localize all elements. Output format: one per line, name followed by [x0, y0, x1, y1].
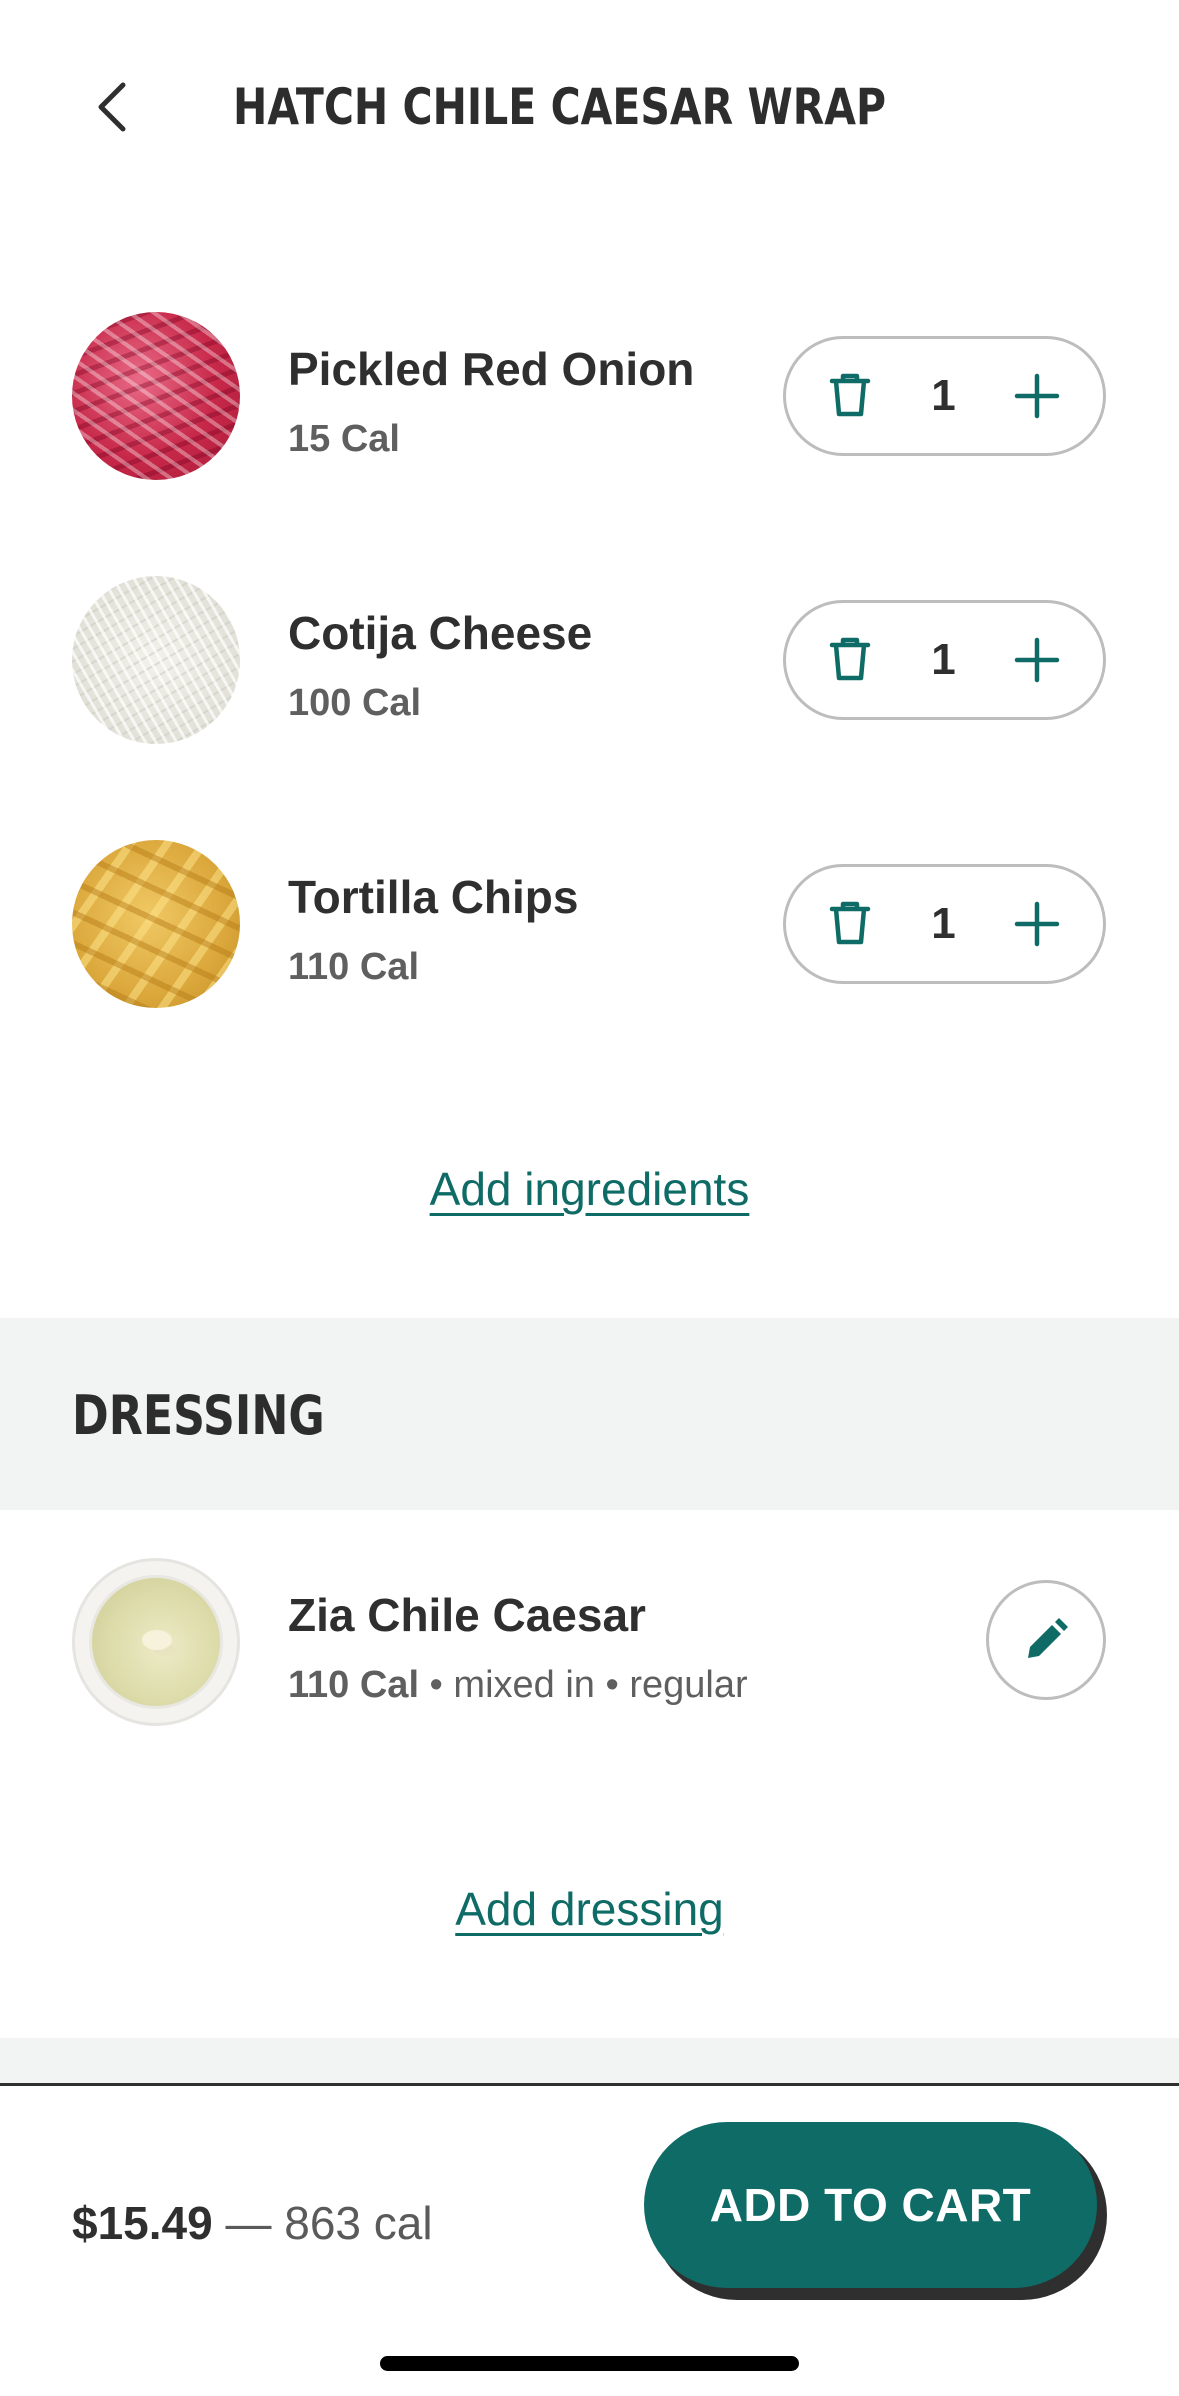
dressing-image: [72, 1558, 240, 1726]
dressing-calories: 110 Cal: [288, 1664, 419, 1706]
plus-icon[interactable]: [1011, 634, 1063, 686]
section-title: DRESSING: [72, 1384, 325, 1447]
dressing-name: Zia Chile Caesar: [288, 1589, 646, 1641]
plus-icon[interactable]: [1011, 370, 1063, 422]
quantity-value: 1: [931, 371, 956, 420]
ingredient-row: Tortilla Chips 110 Cal 1: [0, 840, 1179, 1010]
ingredient-calories: 100 Cal: [288, 682, 422, 724]
ingredient-image: [72, 840, 240, 1008]
quantity-stepper: 1: [783, 600, 1106, 720]
quantity-value: 1: [931, 899, 956, 948]
ingredient-image: [72, 312, 240, 480]
edit-dressing-button[interactable]: [986, 1580, 1106, 1700]
ingredient-name: Cotija Cheese: [288, 607, 593, 659]
trash-icon[interactable]: [824, 634, 876, 686]
top-bar: HATCH CHILE CAESAR WRAP: [0, 0, 1179, 215]
ingredient-row: Cotija Cheese 100 Cal 1: [0, 576, 1179, 746]
quantity-stepper: 1: [783, 864, 1106, 984]
add-dressing-link[interactable]: Add dressing: [0, 1882, 1179, 1936]
ingredient-image: [72, 576, 240, 744]
pencil-icon: [1028, 1618, 1068, 1658]
trash-icon[interactable]: [824, 898, 876, 950]
bottom-bar: $15.49 — 863 cal ADD TO CART: [0, 2083, 1179, 2396]
chevron-left-icon: [98, 82, 126, 132]
home-indicator: [380, 2356, 799, 2371]
total-calories: — 863 cal: [212, 2197, 433, 2249]
page-title: HATCH CHILE CAESAR WRAP: [233, 78, 887, 136]
quantity-stepper: 1: [783, 336, 1106, 456]
order-summary: $15.49 — 863 cal: [72, 2196, 433, 2250]
quantity-value: 1: [931, 635, 956, 684]
price: $15.49: [72, 2197, 213, 2249]
add-ingredients-link[interactable]: Add ingredients: [0, 1162, 1179, 1216]
trash-icon[interactable]: [824, 370, 876, 422]
dressing-section-header: DRESSING: [0, 1318, 1179, 1510]
dressing-details: 110 Cal • mixed in • regular: [288, 1664, 748, 1707]
plus-icon[interactable]: [1011, 898, 1063, 950]
ingredient-name: Tortilla Chips: [288, 871, 579, 923]
dressing-row: Zia Chile Caesar 110 Cal • mixed in • re…: [0, 1558, 1179, 1728]
back-button[interactable]: [82, 72, 142, 142]
next-section-band: [0, 2038, 1179, 2085]
ingredient-row: Pickled Red Onion 15 Cal 1: [0, 312, 1179, 482]
ingredient-calories: 110 Cal: [288, 946, 419, 988]
ingredient-name: Pickled Red Onion: [288, 343, 695, 395]
add-to-cart-button[interactable]: ADD TO CART: [644, 2122, 1097, 2288]
ingredient-scroll-area[interactable]: Pickled Red Onion 15 Cal 1 Cotija Cheese…: [0, 0, 1179, 2085]
ingredient-calories: 15 Cal: [288, 418, 400, 460]
dressing-options: • mixed in • regular: [419, 1664, 748, 1706]
